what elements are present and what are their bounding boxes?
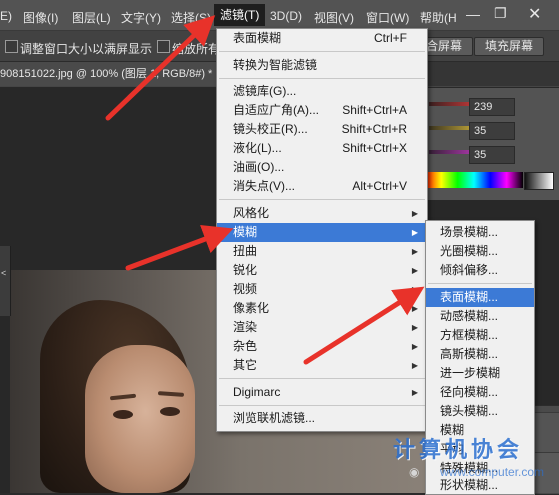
photo-eye-left (113, 410, 133, 419)
menu-item-adaptive-wide-angle[interactable]: 自适应广角(A)... Shift+Ctrl+A (217, 101, 427, 120)
green-value[interactable]: 35 (469, 122, 515, 140)
filter-menu: 表面模糊 Ctrl+F 转换为智能滤镜 滤镜库(G)... 自适应广角(A)...… (216, 28, 428, 432)
menu-select[interactable]: 选择(S) (171, 9, 211, 26)
submenu-item-blur-more[interactable]: 进一步模糊 (426, 364, 534, 383)
submenu-arrow-icon: ▶ (411, 266, 418, 275)
resize-window-checkbox[interactable] (5, 40, 18, 53)
menu-separator (219, 378, 425, 379)
menu-help[interactable]: 帮助(H (420, 9, 457, 26)
submenu-arrow-icon: ▶ (411, 285, 418, 294)
minimize-icon[interactable]: — (466, 6, 480, 22)
menu-filter[interactable]: 滤镜(T) (214, 4, 266, 26)
menu-separator (219, 405, 425, 406)
submenu-arrow-icon: ▶ (411, 323, 418, 332)
submenu-item-gaussian-blur[interactable]: 高斯模糊... (426, 345, 534, 364)
photo-face (85, 345, 195, 493)
zoom-all-label: 缩放所有 (172, 42, 221, 56)
menu-layer[interactable]: 图层(L) (72, 9, 111, 26)
close-icon[interactable]: ✕ (528, 4, 541, 24)
zoom-all-checkbox[interactable] (157, 40, 170, 53)
resize-window-label: 调整窗口大小以满屏显示 (20, 42, 153, 56)
menu-view[interactable]: 视图(V) (314, 9, 354, 26)
menu-type[interactable]: 文字(Y) (121, 9, 161, 26)
red-value[interactable]: 239 (469, 98, 515, 116)
menu-item-stylize[interactable]: 风格化 ▶ (217, 204, 427, 223)
submenu-item-surface-blur[interactable]: 表面模糊... (426, 288, 534, 307)
menu-item-browse-online-filters[interactable]: 浏览联机滤镜... (217, 409, 427, 428)
color-panel: 239 35 35 (425, 88, 559, 200)
submenu-arrow-icon: ▶ (411, 342, 418, 351)
submenu-arrow-icon: ▶ (411, 388, 418, 397)
submenu-item-radial-blur[interactable]: 径向模糊... (426, 383, 534, 402)
menu-item-blur[interactable]: 模糊 ▶ (217, 223, 427, 242)
menu-item-last-filter[interactable]: 表面模糊 Ctrl+F (217, 29, 427, 48)
menu-item-vanishing-point[interactable]: 消失点(V)... Alt+Ctrl+V (217, 177, 427, 196)
menu-item-render[interactable]: 渲染 ▶ (217, 318, 427, 337)
menu-item-sharpen[interactable]: 锐化 ▶ (217, 261, 427, 280)
submenu-item-field-blur[interactable]: 场景模糊... (426, 223, 534, 242)
submenu-item-box-blur[interactable]: 方框模糊... (426, 326, 534, 345)
menu-item-pixelate[interactable]: 像素化 ▶ (217, 299, 427, 318)
menu-edit[interactable]: E) (0, 9, 12, 23)
submenu-item-lens-blur[interactable]: 镜头模糊... (426, 402, 534, 421)
submenu-arrow-icon: ▶ (411, 228, 418, 237)
menu-item-video[interactable]: 视频 ▶ (217, 280, 427, 299)
watermark-url: www.computer.com (440, 465, 545, 479)
document-tab[interactable]: 908151022.jpg @ 100% (图层 1, RGB/8#) * (0, 62, 219, 86)
fill-screen-button[interactable]: 填充屏幕 (474, 37, 545, 56)
menu-3d[interactable]: 3D(D) (270, 9, 302, 23)
submenu-item-tilt-shift[interactable]: 倾斜偏移... (426, 261, 534, 280)
menu-image[interactable]: 图像(I) (23, 9, 58, 26)
menu-item-digimarc[interactable]: Digimarc ▶ (217, 383, 427, 402)
watermark-logo: 计算机协会 (393, 437, 524, 462)
menu-item-liquify[interactable]: 液化(L)... Shift+Ctrl+X (217, 139, 427, 158)
expand-icon: < (1, 268, 7, 278)
left-panel-tab[interactable]: < (0, 246, 11, 316)
submenu-item-iris-blur[interactable]: 光圈模糊... (426, 242, 534, 261)
menu-separator (219, 51, 425, 52)
menu-window[interactable]: 窗口(W) (366, 9, 409, 26)
menu-item-other[interactable]: 其它 ▶ (217, 356, 427, 375)
photo-eye-right (160, 407, 180, 416)
menu-item-distort[interactable]: 扭曲 ▶ (217, 242, 427, 261)
menu-item-convert-smart[interactable]: 转换为智能滤镜 (217, 56, 427, 75)
menu-bar: E) 图像(I) 图层(L) 文字(Y) 选择(S) 滤镜(T) 3D(D) 视… (0, 0, 559, 31)
blue-value[interactable]: 35 (469, 146, 515, 164)
color-spectrum[interactable] (425, 172, 523, 188)
restore-icon[interactable]: ❐ (494, 5, 507, 22)
submenu-arrow-icon: ▶ (411, 209, 418, 218)
menu-separator (219, 199, 425, 200)
submenu-arrow-icon: ▶ (411, 304, 418, 313)
menu-item-filter-gallery[interactable]: 滤镜库(G)... (217, 82, 427, 101)
menu-separator (428, 283, 532, 284)
visibility-eye-icon[interactable]: ◉ (409, 465, 419, 479)
menu-item-oil-paint[interactable]: 油画(O)... (217, 158, 427, 177)
submenu-arrow-icon: ▶ (411, 361, 418, 370)
menu-item-noise[interactable]: 杂色 ▶ (217, 337, 427, 356)
grayscale-ramp[interactable] (524, 172, 554, 190)
menu-item-lens-correction[interactable]: 镜头校正(R)... Shift+Ctrl+R (217, 120, 427, 139)
menu-separator (219, 78, 425, 79)
submenu-arrow-icon: ▶ (411, 247, 418, 256)
submenu-item-motion-blur[interactable]: 动感模糊... (426, 307, 534, 326)
